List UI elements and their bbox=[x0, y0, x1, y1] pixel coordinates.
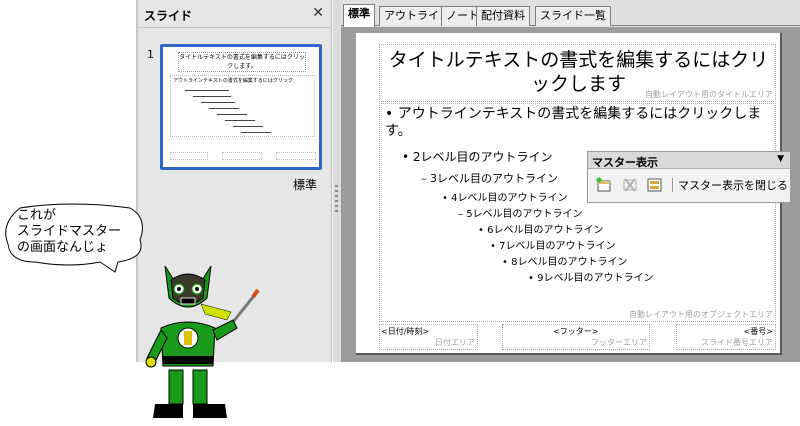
footer-field: <フッター> bbox=[553, 327, 599, 336]
date-field: <日付/時刻> bbox=[381, 327, 430, 336]
splitter-grip-icon bbox=[335, 185, 338, 215]
slide-number-field: <番号> bbox=[743, 327, 773, 336]
view-tabs: 標準 アウトライン ノート 配付資料 スライド一覧 bbox=[341, 0, 800, 27]
thumbnail-footer-box bbox=[170, 152, 208, 160]
toolbar-separator bbox=[672, 178, 673, 192]
master-view-toolbar: マスター表示 ▼ マスター表示を閉じる bbox=[587, 151, 791, 203]
bullet: • bbox=[502, 257, 508, 268]
thumbnail-line bbox=[193, 96, 231, 97]
tab-slide-sorter[interactable]: スライド一覧 bbox=[535, 6, 611, 26]
delete-master-icon[interactable] bbox=[621, 177, 639, 193]
close-master-view-button[interactable]: マスター表示を閉じる bbox=[678, 177, 788, 193]
title-area[interactable]: タイトルテキストの書式を編集するにはクリックします 自動レイアウト用のタイトルエ… bbox=[379, 44, 776, 102]
outline-text: 3レベル目のアウトライン bbox=[430, 172, 558, 185]
outline-level-4: • 4レベル目のアウトライン bbox=[442, 189, 567, 204]
speech-bubble-text: これが スライドマスター の画面なんじょ bbox=[17, 208, 122, 255]
outline-level-6: • 6レベル目のアウトライン bbox=[478, 221, 603, 236]
bullet: • bbox=[385, 106, 394, 122]
date-area-label: 日付エリア bbox=[435, 338, 475, 347]
slides-pane-title: スライド bbox=[144, 9, 193, 23]
outline-text: 9レベル目のアウトライン bbox=[537, 273, 654, 284]
slide-number-area-label: スライド番号エリア bbox=[701, 338, 773, 347]
new-master-icon[interactable] bbox=[595, 177, 613, 193]
outline-text: 6レベル目のアウトライン bbox=[487, 225, 604, 236]
mascot-character bbox=[145, 265, 260, 418]
outline-level-7: • 7レベル目のアウトライン bbox=[490, 237, 615, 252]
thumbnail-line bbox=[201, 102, 235, 103]
layout-name: 標準 bbox=[292, 178, 317, 192]
slide-thumbnail-number: 1 bbox=[147, 48, 154, 61]
outline-text: 4レベル目のアウトライン bbox=[451, 193, 568, 204]
close-icon[interactable]: ✕ bbox=[312, 5, 324, 21]
bullet: • bbox=[402, 150, 410, 164]
outline-text: 2レベル目のアウトライン bbox=[412, 150, 553, 164]
object-area-label: 自動レイアウト用のオブジェクトエリア bbox=[629, 310, 773, 319]
tab-handouts[interactable]: 配付資料 bbox=[476, 6, 530, 26]
screen: スライド ✕ 1 タイトルテキストの書式を編集するにはクリックします。 アウトラ… bbox=[0, 0, 800, 426]
bullet: • bbox=[442, 193, 448, 204]
toolbar-menu-icon[interactable]: ▼ bbox=[777, 154, 784, 164]
left-strip bbox=[0, 0, 136, 362]
outline-level-5: – 5レベル目のアウトライン bbox=[458, 205, 583, 220]
thumbnail-title: タイトルテキストの書式を編集するにはクリックします。 bbox=[178, 52, 306, 72]
bullet: • bbox=[478, 225, 484, 236]
thumbnail-body: アウトラインテキストの書式を編集するにはクリック bbox=[170, 75, 315, 137]
bullet: – bbox=[458, 209, 463, 220]
master-layout-icon[interactable] bbox=[646, 177, 664, 193]
footer-area-label: フッターエリア bbox=[591, 338, 647, 347]
bullet: • bbox=[490, 241, 496, 252]
footer-area[interactable]: <フッター> フッターエリア bbox=[502, 324, 650, 350]
outline-text: 5レベル目のアウトライン bbox=[466, 209, 583, 220]
thumbnail-line bbox=[241, 132, 271, 133]
bullet: – bbox=[421, 172, 427, 185]
outline-level-9: • 9レベル目のアウトライン bbox=[528, 269, 653, 284]
outline-level-3: – 3レベル目のアウトライン bbox=[421, 170, 558, 186]
outline-level-2: • 2レベル目のアウトライン bbox=[402, 148, 553, 165]
outline-level-1: • アウトラインテキストの書式を編集するにはクリックします。 bbox=[385, 106, 770, 140]
thumbnail-footer-box bbox=[276, 152, 316, 160]
thumbnail-line bbox=[225, 120, 255, 121]
thumbnail-footer-box bbox=[222, 152, 262, 160]
toolbar-titlebar[interactable]: マスター表示 ▼ bbox=[588, 152, 790, 169]
pane-splitter[interactable] bbox=[333, 0, 341, 362]
slide-thumbnail[interactable]: タイトルテキストの書式を編集するにはクリックします。 アウトラインテキストの書式… bbox=[160, 44, 322, 170]
slide-thumbnail-canvas: タイトルテキストの書式を編集するにはクリックします。 アウトラインテキストの書式… bbox=[166, 50, 316, 164]
tab-normal[interactable]: 標準 bbox=[343, 4, 375, 27]
thumbnail-outline-line: アウトラインテキストの書式を編集するにはクリック bbox=[173, 78, 293, 84]
slides-pane-header: スライド ✕ bbox=[138, 0, 332, 28]
thumbnail-line bbox=[185, 90, 229, 91]
outline-text: 8レベル目のアウトライン bbox=[511, 257, 628, 268]
bullet: • bbox=[528, 273, 534, 284]
object-area[interactable]: • アウトラインテキストの書式を編集するにはクリックします。 • 2レベル目のア… bbox=[379, 103, 776, 322]
date-area[interactable]: <日付/時刻> 日付エリア bbox=[379, 324, 478, 350]
title-area-label: 自動レイアウト用のタイトルエリア bbox=[645, 90, 773, 99]
thumbnail-line bbox=[233, 126, 263, 127]
thumbnail-line bbox=[209, 108, 239, 109]
outline-text: アウトラインテキストの書式を編集するにはクリックします。 bbox=[385, 106, 762, 139]
outline-level-8: • 8レベル目のアウトライン bbox=[502, 253, 627, 268]
slide-number-area[interactable]: <番号> スライド番号エリア bbox=[676, 324, 776, 350]
outline-text: 7レベル目のアウトライン bbox=[499, 241, 616, 252]
thumbnail-line bbox=[217, 114, 247, 115]
toolbar-title: マスター表示 bbox=[592, 156, 658, 169]
